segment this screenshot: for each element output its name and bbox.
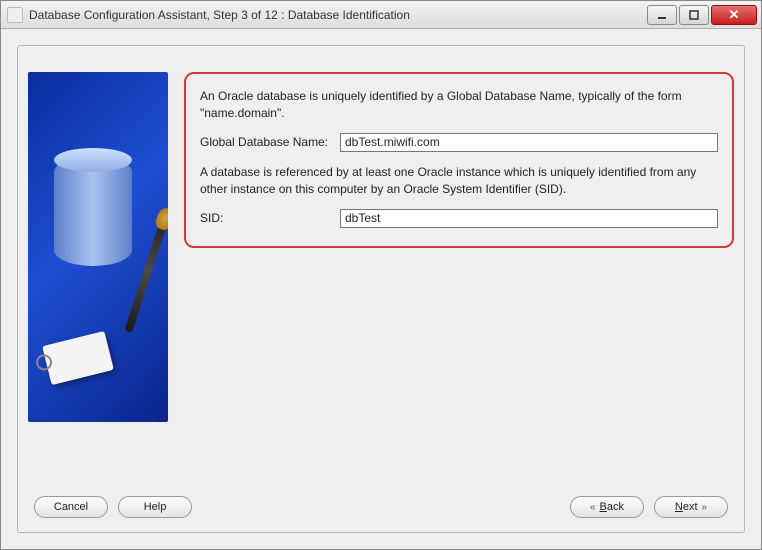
wizard-window: Database Configuration Assistant, Step 3… [0,0,762,550]
minimize-icon [657,10,667,20]
cancel-button[interactable]: Cancel [34,496,108,518]
maximize-icon [689,10,699,20]
global-db-name-label: Global Database Name: [200,135,332,149]
close-icon: ✕ [729,7,740,23]
sid-label: SID: [200,211,332,225]
window-controls: ✕ [645,5,757,25]
chevron-left-icon: « [590,502,596,513]
database-cylinder-icon [54,156,132,266]
help-button[interactable]: Help [118,496,192,518]
back-button[interactable]: « Back [570,496,644,518]
chevron-right-icon: » [702,502,708,513]
global-db-name-input[interactable] [340,133,718,152]
back-button-label: Back [600,501,624,513]
titlebar: Database Configuration Assistant, Step 3… [1,1,761,29]
minimize-button[interactable] [647,5,677,25]
cancel-button-label: Cancel [54,501,88,513]
global-db-name-row: Global Database Name: [200,133,718,152]
button-bar: Cancel Help « Back Next » [18,486,744,532]
next-button[interactable]: Next » [654,496,728,518]
help-button-label: Help [144,501,167,513]
wizard-panel: An Oracle database is uniquely identifie… [17,45,745,533]
sid-input[interactable] [340,209,718,228]
close-button[interactable]: ✕ [711,5,757,25]
highlight-box: An Oracle database is uniquely identifie… [184,72,734,248]
sid-info-text: A database is referenced by at least one… [200,164,718,199]
next-button-label: Next [675,501,698,513]
content-area: An Oracle database is uniquely identifie… [1,29,761,549]
sid-row: SID: [200,209,718,228]
intro-text: An Oracle database is uniquely identifie… [200,88,718,123]
main-row: An Oracle database is uniquely identifie… [18,46,744,486]
maximize-button[interactable] [679,5,709,25]
tag-icon [42,331,114,385]
wizard-side-image [28,72,168,422]
window-title: Database Configuration Assistant, Step 3… [29,8,639,22]
form-area: An Oracle database is uniquely identifie… [184,72,734,476]
app-icon [7,7,23,23]
